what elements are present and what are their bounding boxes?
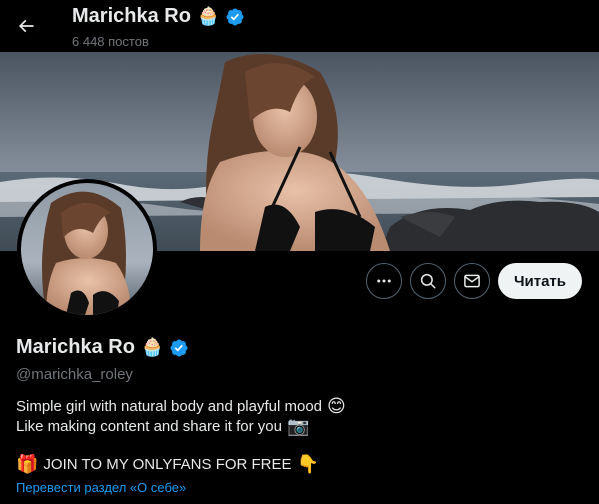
profile-page: Marichka Ro 🧁 6 448 постов Читать Marich… [0, 0, 599, 504]
avatar-image [21, 183, 153, 315]
profile-name: Marichka Ro 🧁 [16, 336, 189, 359]
cupcake-emoji: 🧁 [140, 336, 164, 358]
bio-text: Like making content and share it for you [16, 418, 282, 435]
avatar[interactable] [17, 179, 157, 319]
username-handle: @marichka_roley [16, 366, 133, 383]
bio-line: 🎁 JOIN TO MY ONLYFANS FOR FREE 👇 [16, 455, 576, 475]
mail-icon [464, 274, 480, 288]
search-button[interactable] [409, 263, 446, 299]
smile-emoji: 😊 [327, 396, 346, 417]
header-name: Marichka Ro [72, 5, 191, 27]
follow-button[interactable]: Читать [497, 263, 582, 299]
more-button[interactable] [365, 263, 402, 299]
bio-text: JOIN TO MY ONLYFANS FOR FREE [43, 456, 292, 473]
gift-emoji: 🎁 [16, 454, 39, 475]
translate-bio-link[interactable]: Перевести раздел «О себе» [16, 480, 186, 495]
posts-count: 6 448 постов [72, 34, 149, 49]
header-title: Marichka Ro 🧁 [72, 5, 245, 28]
profile-actions: Читать [365, 263, 582, 299]
bio-line: Simple girl with natural body and playfu… [16, 397, 576, 417]
back-button[interactable] [8, 8, 44, 44]
bio-spacer [16, 437, 576, 455]
search-icon [420, 273, 436, 289]
message-button[interactable] [453, 263, 490, 299]
bio-line: Like making content and share it for you… [16, 417, 576, 437]
bio-text: Simple girl with natural body and playfu… [16, 398, 322, 415]
profile-bio: Simple girl with natural body and playfu… [16, 397, 576, 475]
verified-badge-icon [226, 7, 244, 26]
cupcake-emoji: 🧁 [196, 5, 220, 27]
camera-emoji: 📷 [287, 416, 310, 437]
top-bar: Marichka Ro 🧁 6 448 постов [0, 0, 599, 52]
verified-badge-icon[interactable] [169, 338, 189, 358]
more-icon [377, 279, 391, 283]
display-name: Marichka Ro [16, 336, 135, 358]
back-arrow-icon [18, 19, 34, 33]
pointing-down-emoji: 👇 [296, 454, 319, 475]
